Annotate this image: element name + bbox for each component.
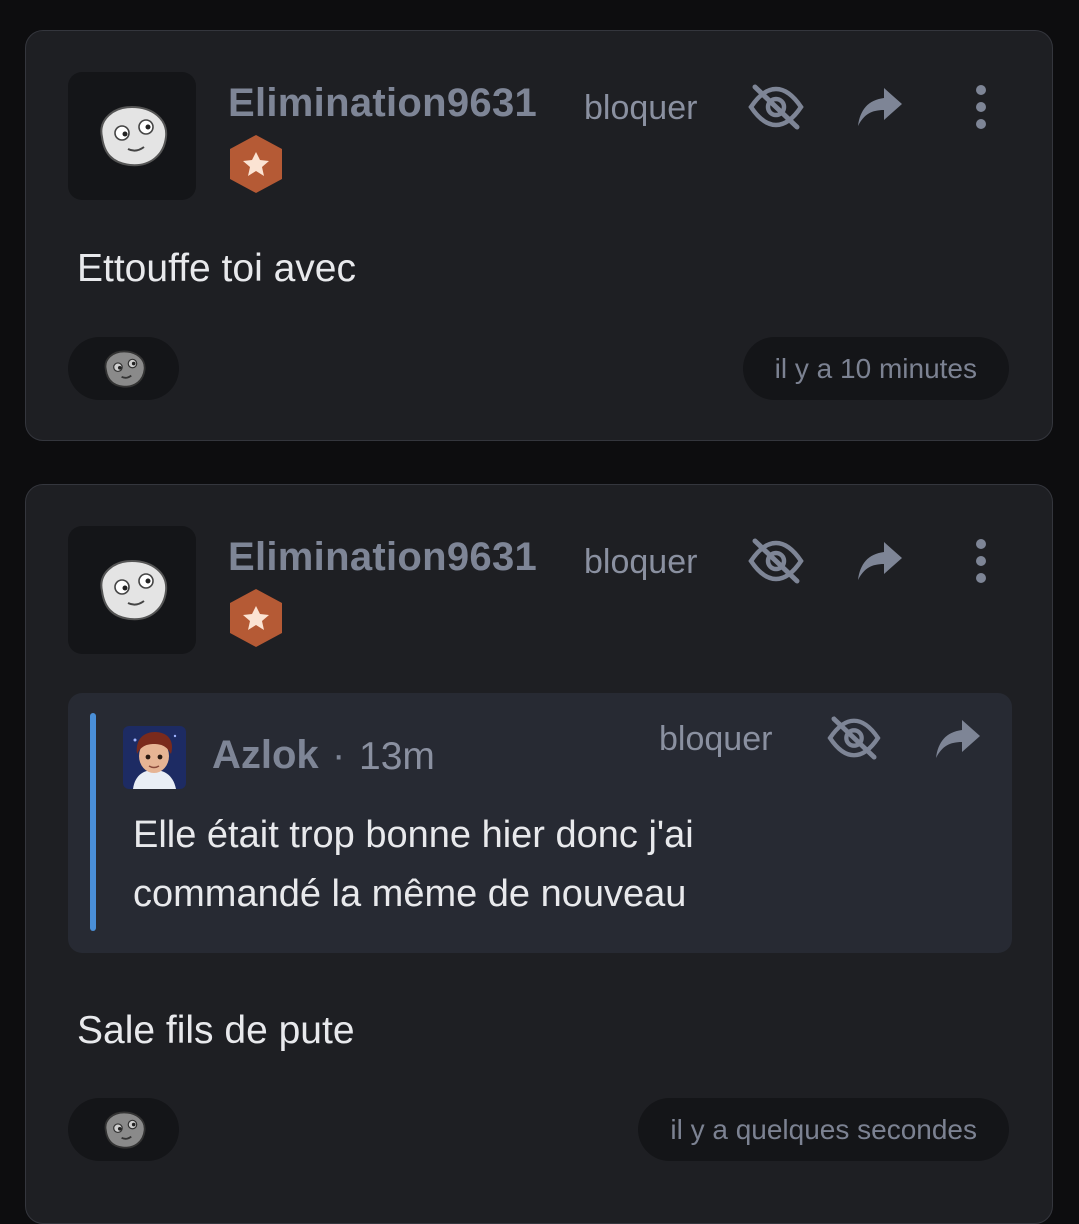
avatar[interactable] [68,526,196,654]
star-badge-icon [227,133,285,200]
eye-off-icon[interactable] [747,83,805,136]
star-badge-icon [227,587,285,654]
reaction-button[interactable] [68,1098,179,1161]
eye-off-icon[interactable] [826,715,882,766]
block-button[interactable]: bloquer [584,543,697,582]
comment-card: Elimination9631 bloquer Ettouffe toi ave… [25,30,1053,441]
avatar[interactable] [68,72,196,200]
comment-card: Elimination9631 bloquer Azlok · 13m bloq… [25,484,1053,1224]
smiley-face-icon [100,105,168,167]
quote-timestamp: 13m [359,735,435,778]
quote-block-button[interactable]: bloquer [659,720,772,759]
quote-avatar[interactable] [123,726,186,789]
reaction-button[interactable] [68,337,179,400]
share-arrow-icon[interactable] [856,86,904,133]
quote-accent-bar [90,713,96,931]
comment-text: Ettouffe toi avec [77,247,356,290]
reaction-smiley-icon [104,350,145,388]
comment-text: Sale fils de pute [77,1009,355,1052]
eye-off-icon[interactable] [747,537,805,590]
block-button[interactable]: bloquer [584,89,697,128]
quoted-comment[interactable]: Azlok · 13m bloquer Elle était trop bonn… [68,693,1012,953]
separator-dot: · [332,733,346,777]
username[interactable]: Elimination9631 [228,535,537,580]
quote-author[interactable]: Azlok [212,733,319,778]
more-vertical-icon[interactable] [970,538,992,589]
more-vertical-icon[interactable] [970,84,992,135]
timestamp: il y a quelques secondes [638,1098,1009,1161]
share-arrow-icon[interactable] [856,540,904,587]
quote-text: Elle était trop bonne hier donc j'ai com… [133,814,694,915]
reaction-smiley-icon [104,1111,145,1149]
smiley-face-icon [100,559,168,621]
username[interactable]: Elimination9631 [228,81,537,126]
timestamp: il y a 10 minutes [742,337,1009,400]
share-arrow-icon[interactable] [934,718,982,765]
